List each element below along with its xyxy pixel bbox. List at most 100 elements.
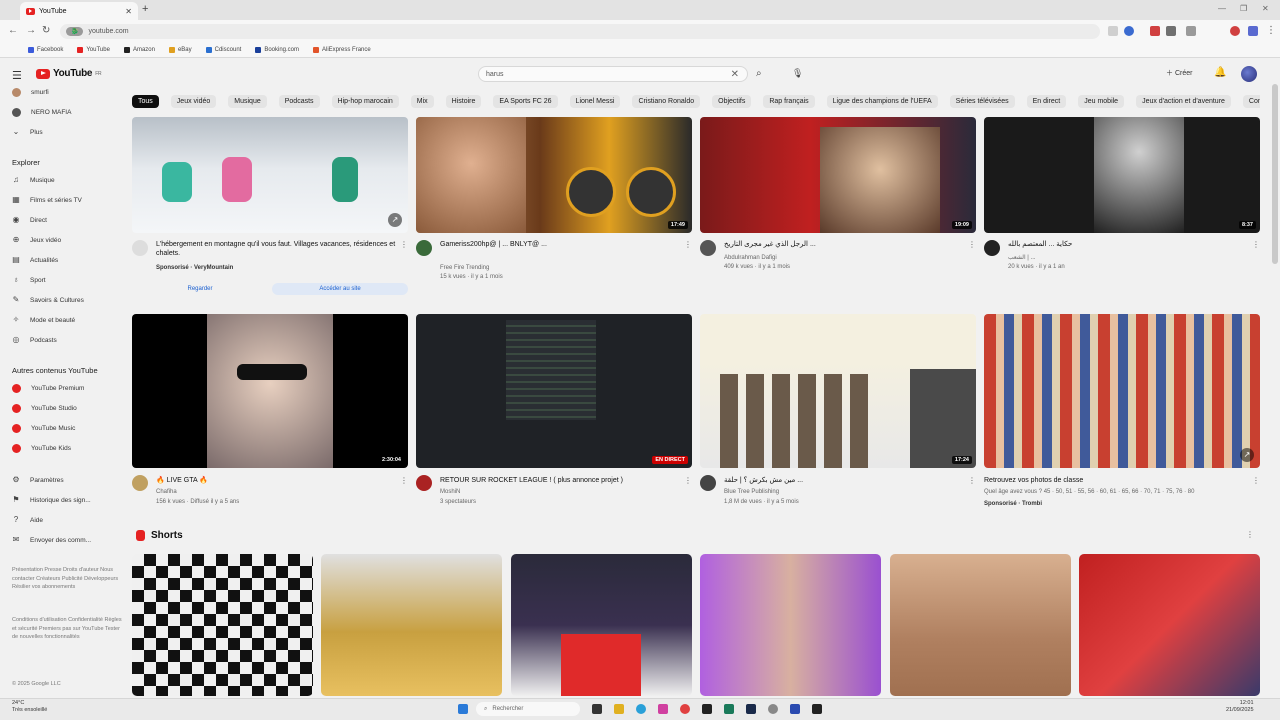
sidebar-sub-smurfi[interactable]: smurfi: [12, 88, 49, 97]
channel-avatar[interactable]: [984, 240, 1000, 256]
video-thumbnail[interactable]: 17:24: [700, 314, 976, 468]
start-windows-icon[interactable]: [458, 704, 468, 714]
video-thumbnail[interactable]: 8:37: [984, 117, 1260, 233]
channel-name[interactable]: Free Fire Trending: [440, 264, 680, 272]
video-title[interactable]: RETOUR SUR ROCKET LEAGUE ! ( plus annonc…: [440, 476, 680, 485]
chip-10[interactable]: Objectifs: [712, 95, 752, 108]
close-tab-icon[interactable]: ✕: [125, 7, 132, 16]
video-thumbnail[interactable]: ↗: [132, 117, 408, 233]
bookmark-item[interactable]: Facebook: [28, 46, 63, 53]
video-title[interactable]: L'hébergement en montagne qu'il vous fau…: [156, 240, 396, 258]
task-view-icon[interactable]: [592, 704, 602, 714]
new-tab-icon[interactable]: +: [142, 3, 148, 15]
maximize-icon[interactable]: ❐: [1240, 4, 1247, 13]
chip-17[interactable]: Comédies: [1242, 95, 1260, 108]
shorts-more-icon[interactable]: ⋮: [1246, 530, 1254, 539]
system-clock[interactable]: 12:01 21/09/2025: [1226, 700, 1254, 714]
sidebar-item-explore-7[interactable]: ✧ Mode et beauté: [12, 316, 76, 324]
more-options-icon[interactable]: ⋮: [400, 476, 408, 485]
bookmark-item[interactable]: eBay: [168, 46, 192, 53]
create-button[interactable]: ＋ Créer: [1166, 68, 1192, 78]
more-options-icon[interactable]: ⋮: [684, 476, 692, 485]
sidebar-item-settings-2[interactable]: ? Aide: [12, 516, 43, 524]
chip-11[interactable]: Rap français: [763, 95, 815, 108]
channel-name[interactable]: Blue Tree Publishing: [724, 488, 964, 496]
channel-avatar[interactable]: [700, 240, 716, 256]
steam-icon[interactable]: [746, 704, 756, 714]
page-scrollbar[interactable]: [1272, 84, 1278, 264]
channel-avatar[interactable]: [416, 240, 432, 256]
video-title[interactable]: Gameriss200hp@ | ... BNLYT@ ...: [440, 240, 680, 249]
chip-3[interactable]: Podcasts: [278, 95, 320, 108]
bookmark-item[interactable]: Amazon: [123, 46, 155, 53]
channel-name[interactable]: Abdulrahman Dafigi: [724, 254, 964, 262]
address-bar[interactable]: 🐉 youtube.com: [60, 24, 1100, 39]
video-thumbnail[interactable]: 2:30:04: [132, 314, 408, 468]
channel-name[interactable]: MoshiN: [440, 488, 680, 496]
more-options-icon[interactable]: ⋮: [684, 240, 692, 249]
bookmark-item[interactable]: Booking.com: [255, 46, 299, 53]
sidebar-item-other-1[interactable]: YouTube Studio: [12, 404, 77, 413]
search-icon[interactable]: ⌕: [756, 68, 762, 79]
more-options-icon[interactable]: ⋮: [400, 240, 408, 249]
short-thumbnail[interactable]: [700, 554, 881, 696]
chip-9[interactable]: Cristiano Ronaldo: [632, 95, 701, 108]
ad-visit-site-button[interactable]: Accéder au site: [272, 283, 408, 295]
video-title[interactable]: حكاية ... المعتصم بالله: [1008, 240, 1248, 249]
bookmark-item[interactable]: AliExpress France: [313, 46, 371, 53]
sidebar-item-settings-0[interactable]: ⚙ Paramètres: [12, 476, 63, 484]
short-thumbnail[interactable]: [132, 554, 313, 696]
taskbar-search[interactable]: ⌕ Rechercher: [476, 702, 580, 716]
sidebar-sub-nero-mafia[interactable]: NERO MAFIA: [12, 108, 71, 117]
extension-icon[interactable]: [1166, 26, 1176, 36]
open-link-icon[interactable]: ↗: [1240, 448, 1254, 462]
chip-4[interactable]: Hip-hop marocain: [331, 95, 399, 108]
more-options-icon[interactable]: ⋮: [968, 240, 976, 249]
clear-search-icon[interactable]: ✕: [731, 69, 739, 80]
app-icon[interactable]: [790, 704, 800, 714]
browser-menu-icon[interactable]: ⋮: [1266, 25, 1276, 36]
edge-icon[interactable]: [636, 704, 646, 714]
file-explorer-icon[interactable]: [614, 704, 624, 714]
sidebar-item-explore-8[interactable]: ◎ Podcasts: [12, 336, 57, 344]
channel-avatar[interactable]: [416, 475, 432, 491]
short-thumbnail[interactable]: [1079, 554, 1260, 696]
chip-16[interactable]: Jeux d'action et d'aventure: [1136, 95, 1231, 108]
open-link-icon[interactable]: ↗: [388, 213, 402, 227]
extension-icon[interactable]: [1150, 26, 1160, 36]
extensions-puzzle-icon[interactable]: [1186, 26, 1196, 36]
sidebar-item-settings-1[interactable]: ⚑ Historique des sign...: [12, 496, 90, 504]
chip-8[interactable]: Lionel Messi: [569, 95, 621, 108]
video-thumbnail[interactable]: 17:49: [416, 117, 692, 233]
weather-widget[interactable]: 24°C Très ensoleillé: [12, 700, 47, 714]
more-options-icon[interactable]: ⋮: [968, 476, 976, 485]
settings-gear-icon[interactable]: [768, 704, 778, 714]
video-title[interactable]: 🔥 LIVE GTA 🔥: [156, 476, 396, 485]
chip-15[interactable]: Jeu mobile: [1078, 95, 1125, 108]
bookmark-star-icon[interactable]: [1124, 26, 1134, 36]
sidebar-item-other-0[interactable]: YouTube Premium: [12, 384, 84, 393]
reload-icon[interactable]: ↻: [42, 25, 50, 36]
short-thumbnail[interactable]: [511, 554, 692, 696]
chip-6[interactable]: Histoire: [445, 95, 482, 108]
back-icon[interactable]: ←: [8, 25, 18, 36]
close-window-icon[interactable]: ✕: [1262, 4, 1269, 13]
account-avatar[interactable]: [1241, 66, 1257, 82]
chrome-icon[interactable]: [680, 704, 690, 714]
search-input[interactable]: harus ✕: [478, 66, 748, 82]
more-options-icon[interactable]: ⋮: [1252, 240, 1260, 249]
app-icon[interactable]: [812, 704, 822, 714]
sidebar-item-explore-3[interactable]: ⊕ Jeux vidéo: [12, 236, 61, 244]
video-thumbnail[interactable]: EN DIRECT: [416, 314, 692, 468]
profile-extension-icon[interactable]: [1230, 26, 1240, 36]
chip-2[interactable]: Musique: [228, 95, 267, 108]
cast-icon[interactable]: [1108, 26, 1118, 36]
app-icon[interactable]: [702, 704, 712, 714]
menu-hamburger-icon[interactable]: ☰: [12, 69, 22, 82]
bookmark-item[interactable]: YouTube: [77, 46, 110, 53]
channel-name[interactable]: الشعب | ...: [1008, 254, 1248, 262]
short-thumbnail[interactable]: [890, 554, 1071, 696]
channel-name[interactable]: Chafiha: [156, 488, 396, 496]
chip-12[interactable]: Ligue des champions de l'UEFA: [826, 95, 938, 108]
chip-13[interactable]: Séries télévisées: [949, 95, 1015, 108]
